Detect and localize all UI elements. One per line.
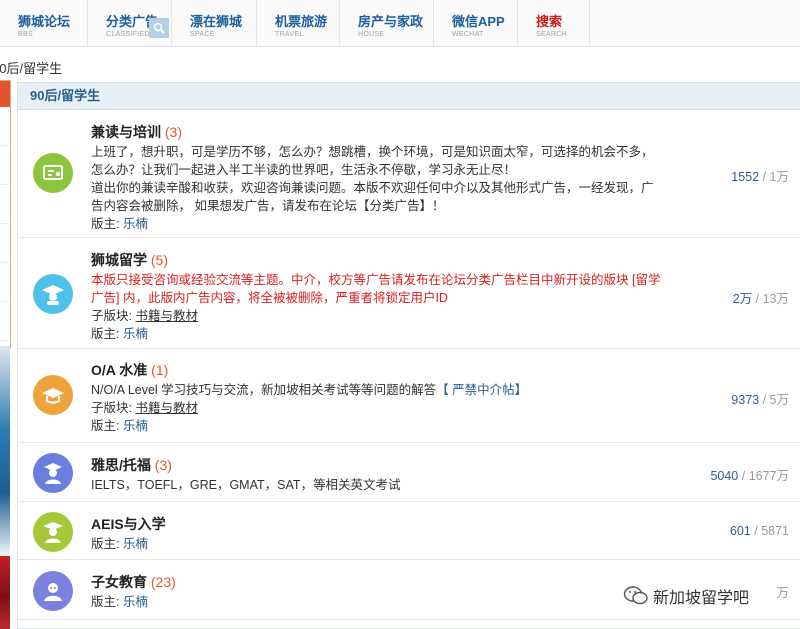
forum-title[interactable]: 兼读与培训 (3) [91, 121, 661, 143]
wechat-icon [623, 586, 648, 605]
nav-bbs[interactable]: 狮城论坛 BBS [0, 0, 88, 46]
nav-sublabel: BBS [18, 31, 33, 38]
forum-stats: 9373 / 5万 [731, 393, 789, 407]
moderator-link[interactable]: 乐楠 [123, 419, 148, 433]
search-button[interactable] [149, 18, 169, 38]
moderator: 版主: 乐楠 [91, 595, 148, 609]
nav-sublabel: WECHAT [452, 31, 484, 38]
forum-icon[interactable] [33, 453, 73, 493]
nav-travel[interactable]: 机票旅游 TRAVEL [257, 0, 340, 46]
watermark-text: 新加坡留学吧 [653, 590, 750, 607]
graduate-icon [43, 522, 63, 543]
nav-label: 微信APP [452, 14, 505, 29]
forum-description: 上班了，想升职，可是学历不够，怎么办？想跳槽，换个环境，可是知识面太窄，可选择的… [91, 145, 654, 177]
forum-row: 雅思/托福 (3) IELTS，TOEFL，GRE，GMAT，SAT，等相关英文… [18, 443, 800, 502]
forum-stats: 601 / 5871 [729, 524, 789, 538]
nav-space[interactable]: 漂在狮城 SPACE [172, 0, 257, 46]
forum-icon[interactable] [33, 153, 73, 193]
nav-house[interactable]: 房产与家政 HOUSE [340, 0, 434, 46]
moderator: 版主: 乐楠 [91, 419, 148, 433]
nav-label: 机票旅游 [275, 14, 328, 29]
moderator: 版主: 乐楠 [91, 217, 148, 231]
forum-row: 狮城留学 (5) 本版只接受咨询或经验交流等主题。中介，校方等广告请发布在论坛分… [18, 238, 800, 349]
left-sidebar [0, 80, 11, 629]
forum-title[interactable]: 子女教育 (23) [91, 571, 661, 593]
student-icon [44, 463, 62, 484]
subforum: 子版块: 书籍与教材 [91, 401, 198, 415]
breadcrumb[interactable]: 90后/留学生 [0, 58, 62, 77]
nav-label: 漂在狮城 [190, 14, 243, 29]
moderator-link[interactable]: 乐楠 [123, 217, 148, 231]
sidebar-ad-image[interactable] [0, 556, 10, 629]
forum-icon[interactable] [33, 375, 73, 415]
certificate-icon [43, 165, 63, 180]
nav-label: 搜索 [536, 14, 563, 29]
subforum-link[interactable]: 书籍与教材 [135, 401, 198, 415]
nav-sublabel: SPACE [190, 31, 215, 38]
forum-stats: 5040 / 1677万 [710, 469, 789, 483]
forum-icon[interactable] [33, 274, 73, 314]
forum-description: 本版只接受咨询或经验交流等主题。中介，校方等广告请发布在论坛分类广告栏目中新开设… [91, 273, 661, 305]
search-icon [153, 22, 165, 34]
sidebar-box [0, 80, 11, 348]
forum-icon[interactable] [33, 571, 73, 611]
wechat-watermark: 新加坡留学吧 [621, 582, 800, 608]
forum-row: O/A 水准 (1) N/O/A Level 学习技巧与交流，新加坡相关考试等等… [18, 349, 800, 443]
graduation-cap-icon [42, 388, 64, 404]
nav-sublabel: TRAVEL [275, 31, 304, 38]
nav-sublabel: SEARCH [536, 31, 567, 38]
nav-sublabel: HOUSE [358, 31, 385, 38]
moderator-link[interactable]: 乐楠 [123, 327, 148, 341]
section-title: 90后/留学生 [18, 83, 800, 110]
nav-wechat[interactable]: 微信APP WECHAT [434, 0, 518, 46]
forum-title[interactable]: O/A 水准 (1) [91, 359, 661, 381]
sidebar-banner-image[interactable] [0, 346, 10, 556]
subforum: 子版块: 书籍与教材 [91, 309, 198, 323]
forum-title[interactable]: 雅思/托福 (3) [91, 454, 661, 476]
forum-section: 90后/留学生 兼读与培训 (3) 上班了，想升职，可是学历不够，怎么办？想跳槽… [17, 82, 800, 629]
family-icon [44, 583, 62, 601]
graduate-icon [42, 285, 64, 305]
nav-label: 房产与家政 [358, 14, 424, 29]
forum-icon[interactable] [33, 512, 73, 552]
forum-stats: 1552 / 1万 [731, 170, 789, 184]
forum-stats: 2万 / 13万 [732, 292, 789, 306]
forum-description-2: 道出你的兼读辛酸和收获，欢迎咨询兼读问题。本版不欢迎任何中介以及其他形式广告，一… [91, 181, 654, 213]
forum-title[interactable]: 狮城留学 (5) [91, 249, 661, 271]
nav-label: 狮城论坛 [18, 14, 71, 29]
moderator: 版主: 乐楠 [91, 327, 148, 341]
forum-title[interactable]: AEIS与入学 [91, 513, 661, 535]
no-agent-notice[interactable]: 【 严禁中介帖】 [436, 383, 527, 397]
forum-description: IELTS，TOEFL，GRE，GMAT，SAT，等相关英文考试 [91, 478, 401, 492]
forum-row: AEIS与入学 版主: 乐楠 601 / 5871 [18, 502, 800, 560]
top-nav: 狮城论坛 BBS 分类广告 CLASSIFIED 漂在狮城 SPACE 机票旅游… [0, 0, 800, 47]
subforum-link[interactable]: 书籍与教材 [135, 309, 198, 323]
moderator-link[interactable]: 乐楠 [123, 537, 148, 551]
nav-search[interactable]: 搜索 SEARCH [518, 0, 590, 46]
forum-description: N/O/A Level 学习技巧与交流，新加坡相关考试等等问题的解答【 严禁中介… [91, 383, 528, 397]
forum-row: 兼读与培训 (3) 上班了，想升职，可是学历不够，怎么办？想跳槽，换个环境，可是… [18, 110, 800, 238]
moderator: 版主: 乐楠 [91, 537, 148, 551]
moderator-link[interactable]: 乐楠 [123, 595, 148, 609]
